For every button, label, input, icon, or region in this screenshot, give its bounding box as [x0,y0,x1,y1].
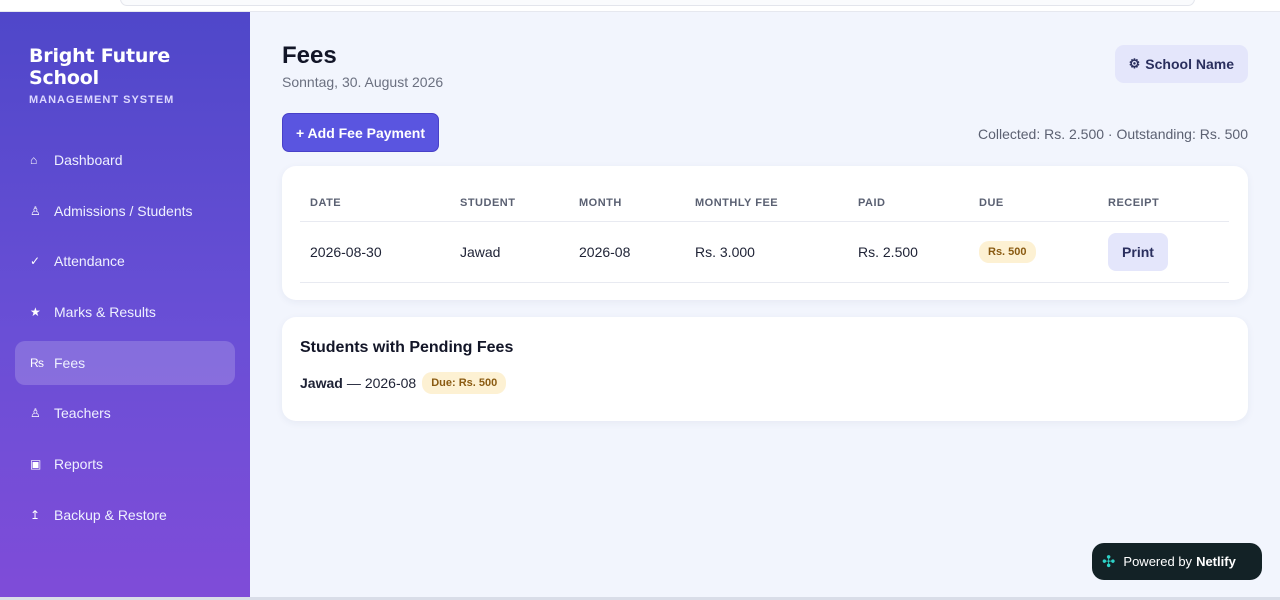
backup-icon: ↥ [30,507,41,522]
cell-month: 2026-08 [569,221,685,283]
page-title: Fees [282,42,337,69]
column-header-monthly-fee: MONTHLY FEE [685,186,848,222]
sidebar-item-teachers[interactable]: ♙ Teachers [15,391,235,435]
student-icon: ♙ [30,203,41,218]
sidebar-item-label: Teachers [54,405,111,422]
column-header-due: DUE [969,186,1098,222]
list-item: Jawad — 2026-08 Due: Rs. 500 [300,372,507,394]
netlify-badge-brand: Netlify [1196,554,1236,569]
column-header-student: STUDENT [450,186,569,222]
fees-summary: Collected: Rs. 2.500 · Outstanding: Rs. … [977,126,1248,142]
table-header-row: DATE STUDENT MONTH MONTHLY FEE PAID DUE … [300,186,1229,222]
sidebar-item-label: Dashboard [54,152,123,168]
home-icon: ⌂ [30,153,38,167]
due-badge: Rs. 500 [979,240,1036,263]
print-receipt-button[interactable]: Print [1108,232,1168,271]
add-fee-payment-button[interactable]: + Add Fee Payment [282,113,439,152]
pending-month: 2026-08 [364,375,417,391]
school-name-label: School Name [1145,56,1234,72]
column-header-paid: PAID [848,186,969,222]
cell-receipt: Print [1098,221,1229,283]
cell-due: Rs. 500 [969,221,1098,283]
rupee-icon: ₨ [30,355,44,370]
page-date: Sonntag, 30. August 2026 [282,74,444,90]
sidebar-item-dashboard[interactable]: ⌂ Dashboard [15,138,235,182]
sidebar-item-marks[interactable]: ★ Marks & Results [15,290,235,334]
sidebar: Bright Future School MANAGEMENT SYSTEM ⌂… [0,12,250,598]
fees-table-card: DATE STUDENT MONTH MONTHLY FEE PAID DUE … [282,166,1248,300]
pending-fees-title: Students with Pending Fees [300,339,514,356]
sidebar-item-label: Reports [54,456,104,473]
sidebar-nav: ⌂ Dashboard ♙ Admissions / Students ✓ At… [15,138,235,544]
column-header-date: DATE [300,186,450,222]
check-icon: ✓ [30,254,41,269]
column-header-month: MONTH [569,186,685,222]
sidebar-item-reports[interactable]: ▣ Reports [15,442,235,486]
teacher-icon: ♙ [30,406,41,421]
brand-subtitle: MANAGEMENT SYSTEM [29,94,175,106]
report-icon: ▣ [30,457,42,472]
sidebar-item-fees[interactable]: ₨ Fees [15,340,235,385]
pending-separator: — [346,375,361,391]
column-header-receipt: RECEIPT [1098,186,1229,222]
cell-paid: Rs. 2.500 [848,221,969,283]
netlify-logo-icon: ✣ [1102,553,1116,571]
table-row: 2026-08-30 Jawad 2026-08 Rs. 3.000 Rs. 2… [300,221,1229,283]
star-icon: ★ [30,305,41,320]
school-name-button[interactable]: ⚙ School Name [1114,45,1248,83]
sidebar-item-label: Backup & Restore [54,506,167,523]
cell-date: 2026-08-30 [300,221,450,283]
sidebar-item-backup[interactable]: ↥ Backup & Restore [15,493,235,537]
pending-student-name: Jawad [300,375,343,391]
pending-fees-card: Students with Pending Fees Jawad — 2026-… [282,317,1248,421]
brand-title: Bright Future School [29,45,171,89]
fees-table: DATE STUDENT MONTH MONTHLY FEE PAID DUE … [300,186,1229,283]
browser-top-strip [0,0,1280,12]
sidebar-item-label: Fees [54,354,86,371]
main-content: Fees Sonntag, 30. August 2026 ⚙ School N… [250,12,1280,598]
sidebar-item-attendance[interactable]: ✓ Attendance [15,239,235,283]
cell-monthly-fee: Rs. 3.000 [685,221,848,283]
cell-student: Jawad [450,221,569,283]
sidebar-item-admissions[interactable]: ♙ Admissions / Students [15,189,235,233]
sidebar-item-label: Admissions / Students [54,202,193,219]
netlify-badge-prefix: Powered by [1123,554,1193,569]
sidebar-item-label: Marks & Results [54,304,156,321]
address-bar[interactable] [120,0,1195,6]
gear-icon: ⚙ [1128,56,1141,71]
netlify-badge[interactable]: ✣ Powered by Netlify [1092,543,1262,580]
pending-due-badge: Due: Rs. 500 [422,372,507,394]
sidebar-item-label: Attendance [54,253,125,270]
